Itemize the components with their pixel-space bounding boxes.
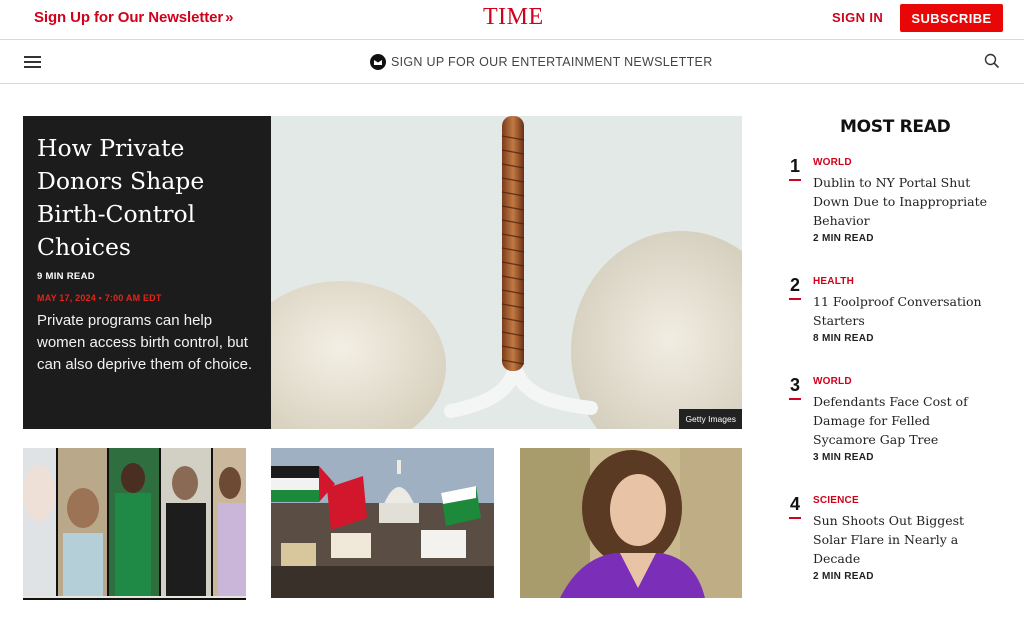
hamburger-menu-icon[interactable] xyxy=(24,56,41,68)
newsletter-signup-label: Sign Up for Our Newsletter xyxy=(34,9,224,26)
woman-portrait-image xyxy=(520,448,742,598)
sign-in-link[interactable]: SIGN IN xyxy=(832,10,883,25)
subscribe-button[interactable]: SUBSCRIBE xyxy=(900,4,1003,32)
headline-link[interactable]: Dublin to NY Portal Shut Down Due to Ina… xyxy=(813,173,993,230)
read-time: 3 MIN READ xyxy=(813,452,874,463)
rank-number: 1 xyxy=(787,156,803,181)
headline-link[interactable]: Sun Shoots Out Biggest Solar Flare in Ne… xyxy=(813,511,993,568)
read-time: 2 MIN READ xyxy=(813,571,874,582)
hero-description: Private programs can help women access b… xyxy=(37,312,253,373)
headline-link[interactable]: 11 Foolproof Conversation Starters xyxy=(813,292,993,330)
time-logo[interactable]: TIME xyxy=(483,4,544,31)
category-label[interactable]: WORLD xyxy=(813,376,852,387)
category-label[interactable]: SCIENCE xyxy=(813,495,859,506)
search-icon[interactable] xyxy=(984,53,1000,69)
category-label[interactable]: WORLD xyxy=(813,157,852,168)
story-thumbnail-portrait-woman[interactable] xyxy=(520,448,742,598)
iud-illustration xyxy=(271,116,742,429)
hero-image-iud[interactable]: Getty Images xyxy=(271,116,742,429)
sub-navigation-bar: SIGN UP FOR OUR ENTERTAINMENT NEWSLETTER xyxy=(0,40,1024,84)
portraits-image xyxy=(23,448,246,596)
read-time: 2 MIN READ xyxy=(813,233,874,244)
read-time: 8 MIN READ xyxy=(813,333,874,344)
entertainment-newsletter-link[interactable]: SIGN UP FOR OUR ENTERTAINMENT NEWSLETTER xyxy=(370,52,713,72)
protest-image xyxy=(271,448,494,598)
newsletter-signup-link[interactable]: Sign Up for Our Newsletter» xyxy=(34,9,233,26)
rank-number: 3 xyxy=(787,375,803,400)
newsletter-badge-icon xyxy=(370,54,386,70)
story-thumbnail-protest[interactable] xyxy=(271,448,494,598)
hero-date: MAY 17, 2024 • 7:00 AM EDT xyxy=(37,293,162,303)
top-bar: Sign Up for Our Newsletter» TIME SIGN IN… xyxy=(0,0,1024,40)
rank-number: 2 xyxy=(787,275,803,300)
hero-story[interactable]: How Private Donors Shape Birth-Control C… xyxy=(23,116,742,429)
headline-link[interactable]: Defendants Face Cost of Damage for Felle… xyxy=(813,392,993,449)
double-chevron-right-icon: » xyxy=(225,9,234,26)
entertainment-newsletter-label: SIGN UP FOR OUR ENTERTAINMENT NEWSLETTER xyxy=(391,55,713,69)
story-thumbnail-portraits[interactable] xyxy=(23,448,246,600)
hero-headline[interactable]: How Private Donors Shape Birth-Control C… xyxy=(37,132,262,264)
category-label[interactable]: HEALTH xyxy=(813,276,854,287)
hero-text-panel: How Private Donors Shape Birth-Control C… xyxy=(23,116,271,429)
rank-number: 4 xyxy=(787,494,803,519)
hero-read-time: 9 MIN READ xyxy=(37,271,95,282)
most-read-heading: MOST READ xyxy=(840,117,951,137)
image-credit: Getty Images xyxy=(679,409,742,429)
